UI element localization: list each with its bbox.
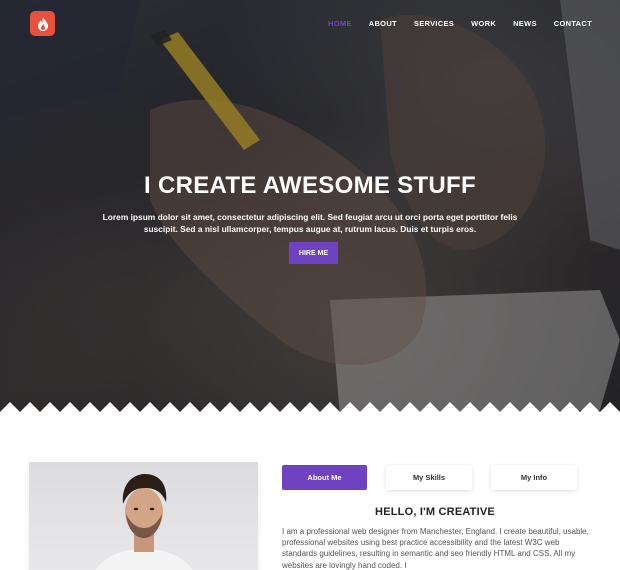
nav-item-contact[interactable]: CONTACT	[554, 19, 592, 28]
flame-icon	[37, 16, 48, 31]
nav-item-home[interactable]: HOME	[328, 19, 352, 28]
main-nav: HOME ABOUT SERVICES WORK NEWS CONTACT	[311, 19, 592, 28]
about-text: I am a professional web designer from Ma…	[282, 527, 589, 570]
about-heading: HELLO, I'M CREATIVE	[375, 506, 495, 518]
nav-item-services[interactable]: SERVICES	[414, 19, 454, 28]
nav-item-work[interactable]: WORK	[471, 19, 496, 28]
tab-about-me[interactable]: About Me	[282, 465, 367, 490]
zigzag-divider	[0, 402, 620, 426]
portrait-image	[95, 474, 193, 570]
brand-logo[interactable]	[30, 11, 55, 36]
hire-me-button[interactable]: HIRE ME	[289, 242, 338, 264]
profile-photo	[29, 462, 258, 570]
nav-item-about[interactable]: ABOUT	[369, 19, 397, 28]
tab-my-info[interactable]: My Info	[491, 465, 577, 490]
hero-title: I CREATE AWESOME STUFF	[144, 172, 476, 199]
tab-my-skills[interactable]: My Skills	[386, 465, 472, 490]
hero-subtitle: Lorem ipsum dolor sit amet, consectetur …	[102, 212, 518, 234]
nav-item-news[interactable]: NEWS	[513, 19, 537, 28]
